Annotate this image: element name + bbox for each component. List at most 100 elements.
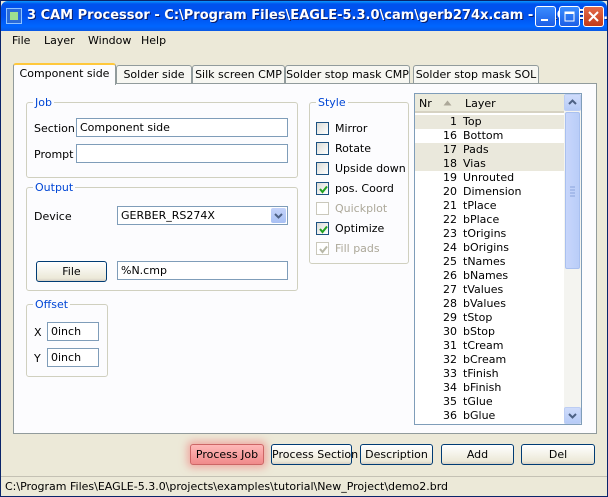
layer-row[interactable]: 35 tGlue [415,395,565,409]
layer-name: Dimension [463,185,522,198]
layer-row[interactable]: 17 Pads [415,143,565,157]
optimize-label: Optimize [335,222,385,235]
layer-row[interactable]: 30 bStop [415,325,565,339]
chevron-down-icon [568,413,577,419]
menu-help[interactable]: Help [141,34,166,47]
fill-pads-checkbox [316,242,329,255]
pos-coord-checkbox[interactable] [316,182,329,195]
section-input[interactable]: Component side [76,118,288,137]
layer-nr: 31 [443,339,457,352]
menu-file[interactable]: File [12,34,30,47]
layer-row[interactable]: 33 tFinish [415,367,565,381]
layer-name: bOrigins [463,241,509,254]
tab-solder-stop-mask-sol[interactable]: Solder stop mask SOL [413,65,539,84]
layer-nr: 28 [443,297,457,310]
layer-row[interactable]: 16 Bottom [415,129,565,143]
layer-name: bFinish [463,381,502,394]
menu-bar: File Layer Window Help [1,31,607,51]
app-icon [6,8,22,24]
device-select[interactable]: GERBER_RS274X [117,206,288,225]
device-label: Device [34,210,72,223]
upside-down-checkbox[interactable] [316,162,329,175]
file-button[interactable]: File [36,261,107,282]
fill-pads-label: Fill pads [335,242,380,255]
layer-row[interactable]: 34 bFinish [415,381,565,395]
mirror-checkbox[interactable] [316,122,329,135]
layer-row[interactable]: 19 Unrouted [415,171,565,185]
maximize-icon [564,11,575,22]
layer-row[interactable]: 24 bOrigins [415,241,565,255]
layer-nr: 21 [443,199,457,212]
tab-component-side[interactable]: Component side [13,63,116,85]
layer-row[interactable]: 28 bValues [415,297,565,311]
rotate-checkbox[interactable] [316,142,329,155]
layer-row[interactable]: 36 bGlue [415,409,565,423]
scroll-thumb[interactable] [565,112,580,269]
layer-row[interactable]: 26 bNames [415,269,565,283]
upside-down-label: Upside down [335,162,406,175]
layer-row[interactable]: 29 tStop [415,311,565,325]
layer-nr: 29 [443,311,457,324]
vertical-scrollbar[interactable] [564,94,581,424]
layer-row[interactable]: 23 tOrigins [415,227,565,241]
menu-window[interactable]: Window [88,34,131,47]
prompt-label: Prompt [34,148,74,161]
offset-y-input[interactable]: 0inch [47,348,99,367]
layer-row[interactable]: 31 tCream [415,339,565,353]
layer-row[interactable]: 32 bCream [415,353,565,367]
job-group: Job Section Component side Prompt [26,96,298,178]
offset-x-input[interactable]: 0inch [47,322,99,341]
tab-silk-screen-cmp[interactable]: Silk screen CMP [192,65,285,84]
layer-name: tGlue [463,395,493,408]
checkmark-icon [319,185,328,194]
close-icon [588,11,599,22]
layer-name: bCream [463,353,507,366]
add-button[interactable]: Add [441,444,514,465]
layer-row[interactable]: 18 Vias [415,157,565,171]
layer-name: bValues [463,297,506,310]
layer-name: Vias [463,157,486,170]
section-label: Section [34,122,75,135]
quickplot-checkbox [316,202,329,215]
layer-list-header: Nr Layer [415,94,565,113]
offset-group-title: Offset [33,298,71,311]
offset-x-label: X [34,326,42,339]
tab-solder-side[interactable]: Solder side [116,65,192,84]
layer-name: bNames [463,269,509,282]
chevron-down-icon [274,213,283,219]
process-job-button[interactable]: Process Job [190,444,264,465]
layer-list[interactable]: Nr Layer 1 Top 16 Bottom 17 Pads 18 Vias 19 Unrou… [414,93,582,425]
output-group: Output Device GERBER_RS274X File %N.cmp [26,181,298,291]
maximize-button[interactable] [559,6,580,27]
layer-row[interactable]: 27 tValues [415,283,565,297]
file-input[interactable]: %N.cmp [117,261,288,280]
layer-row[interactable]: 25 tNames [415,255,565,269]
menu-layer[interactable]: Layer [44,34,75,47]
job-group-title: Job [33,96,54,109]
minimize-button[interactable] [535,6,556,27]
style-group: Style Mirror Rotate Upside down pos. Coo… [309,96,409,264]
optimize-checkbox[interactable] [316,222,329,235]
scroll-up-button[interactable] [564,94,581,111]
layer-nr: 1 [450,115,457,128]
column-layer-header[interactable]: Layer [465,97,496,110]
layer-row[interactable]: 22 bPlace [415,213,565,227]
description-button[interactable]: Description [360,444,433,465]
process-section-button[interactable]: Process Section [271,444,358,465]
prompt-input[interactable] [76,144,288,163]
layer-row[interactable]: 20 Dimension [415,185,565,199]
close-button[interactable] [583,6,604,27]
layer-nr: 26 [443,269,457,282]
del-button[interactable]: Del [521,444,595,465]
dropdown-button[interactable] [271,208,286,223]
tab-solder-stop-mask-cmp[interactable]: Solder stop mask CMP [285,65,410,84]
layer-row[interactable]: 1 Top [415,115,565,129]
layer-name: bPlace [463,213,500,226]
quickplot-label: Quickplot [335,202,388,215]
column-nr-header[interactable]: Nr [419,97,432,110]
title-bar[interactable]: 3 CAM Processor - C:\Program Files\EAGLE… [1,1,608,31]
layer-name: tValues [463,283,504,296]
layer-nr: 24 [443,241,457,254]
scroll-down-button[interactable] [564,407,581,424]
layer-row[interactable]: 21 tPlace [415,199,565,213]
